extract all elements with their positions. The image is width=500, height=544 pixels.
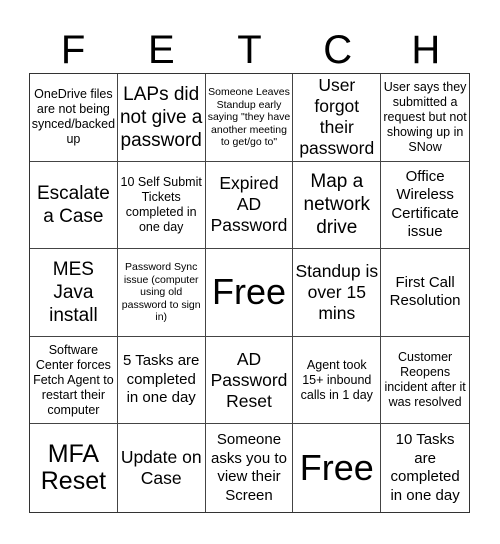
bingo-cell-text: LAPs did not give a password — [119, 83, 203, 151]
bingo-cell-text: User forgot their password — [299, 75, 375, 159]
bingo-cell-text: 5 Tasks are completed in one day — [122, 352, 200, 407]
bingo-cell-text: MES Java install — [49, 258, 98, 326]
bingo-cell-free[interactable]: Free — [205, 249, 294, 337]
bingo-cell[interactable]: 10 Tasks are completed in one day — [381, 424, 469, 512]
bingo-cell[interactable]: Update on Case — [118, 424, 206, 512]
bingo-cell-text: Free — [211, 271, 286, 313]
bingo-cell-text: AD Password Reset — [210, 348, 288, 411]
bingo-cell[interactable]: Map a network drive — [293, 161, 382, 250]
bingo-cell[interactable]: Password Sync issue (computer using old … — [117, 249, 206, 337]
bingo-cell-text: Someone asks you to view their Screen — [211, 431, 287, 504]
bingo-cell-text: Customer Reopens incident after it was r… — [384, 350, 466, 410]
bingo-cell-text: 10 Tasks are completed in one day — [390, 431, 460, 504]
bingo-cell-text: Someone Leaves Standup early saying "the… — [207, 86, 291, 149]
header-letter-e: E — [147, 28, 175, 72]
header-letter-h: H — [411, 28, 441, 72]
bingo-cell[interactable]: MFA Reset — [30, 424, 118, 512]
bingo-cell[interactable]: Office Wireless Certificate issue — [381, 162, 469, 250]
bingo-cell-text: Expired AD Password — [210, 173, 288, 236]
bingo-header: F E T C H — [29, 28, 470, 72]
bingo-cell[interactable]: Customer Reopens incident after it was r… — [381, 337, 469, 425]
bingo-cell-text: Software Center forces Fetch Agent to re… — [33, 342, 114, 417]
bingo-cell-text: Escalate a Case — [36, 182, 110, 227]
bingo-cell[interactable]: MES Java install — [30, 249, 118, 337]
bingo-cell[interactable]: AD Password Reset — [205, 336, 294, 425]
bingo-cell-text: Free — [299, 447, 374, 489]
bingo-cell-text: OneDrive files are not being synced/back… — [31, 87, 116, 147]
bingo-cell-text: Update on Case — [120, 447, 202, 489]
bingo-cell-text: First Call Resolution — [389, 273, 461, 310]
header-letter-f: F — [60, 28, 86, 72]
bingo-cell[interactable]: User forgot their password — [293, 74, 382, 162]
bingo-cell[interactable]: Someone Leaves Standup early saying "the… — [205, 74, 294, 162]
bingo-cell-text: 10 Self Submit Tickets completed in one … — [120, 174, 202, 234]
bingo-cell-text: MFA Reset — [40, 440, 107, 496]
bingo-cell[interactable]: Agent took 15+ inbound calls in 1 day — [293, 336, 382, 425]
bingo-cell[interactable]: Expired AD Password — [205, 161, 294, 250]
bingo-cell[interactable]: OneDrive files are not being synced/back… — [30, 74, 118, 162]
bingo-cell[interactable]: Someone asks you to view their Screen — [206, 424, 294, 512]
bingo-cell-text: User says they submitted a request but n… — [383, 79, 467, 154]
bingo-grid: OneDrive files are not being synced/back… — [29, 73, 470, 513]
bingo-cell[interactable]: Software Center forces Fetch Agent to re… — [30, 336, 118, 425]
bingo-cell[interactable]: 5 Tasks are completed in one day — [117, 336, 206, 425]
bingo-cell[interactable]: User says they submitted a request but n… — [381, 74, 469, 162]
bingo-cell-text: Agent took 15+ inbound calls in 1 day — [300, 357, 373, 402]
bingo-cell[interactable]: 10 Self Submit Tickets completed in one … — [117, 161, 206, 250]
bingo-cell-text: Map a network drive — [303, 171, 371, 239]
bingo-cell-text: Password Sync issue (computer using old … — [121, 261, 201, 324]
bingo-cell-text: Office Wireless Certificate issue — [391, 167, 459, 241]
header-letter-c: C — [323, 28, 353, 72]
bingo-cell-text: Standup is over 15 mins — [295, 260, 379, 323]
bingo-cell[interactable]: Standup is over 15 mins — [293, 249, 382, 337]
bingo-cell[interactable]: First Call Resolution — [381, 249, 469, 337]
bingo-cell[interactable]: LAPs did not give a password — [117, 74, 206, 162]
bingo-cell[interactable]: Escalate a Case — [30, 161, 118, 250]
header-letter-t: T — [237, 28, 262, 72]
bingo-cell-free[interactable]: Free — [293, 424, 382, 512]
